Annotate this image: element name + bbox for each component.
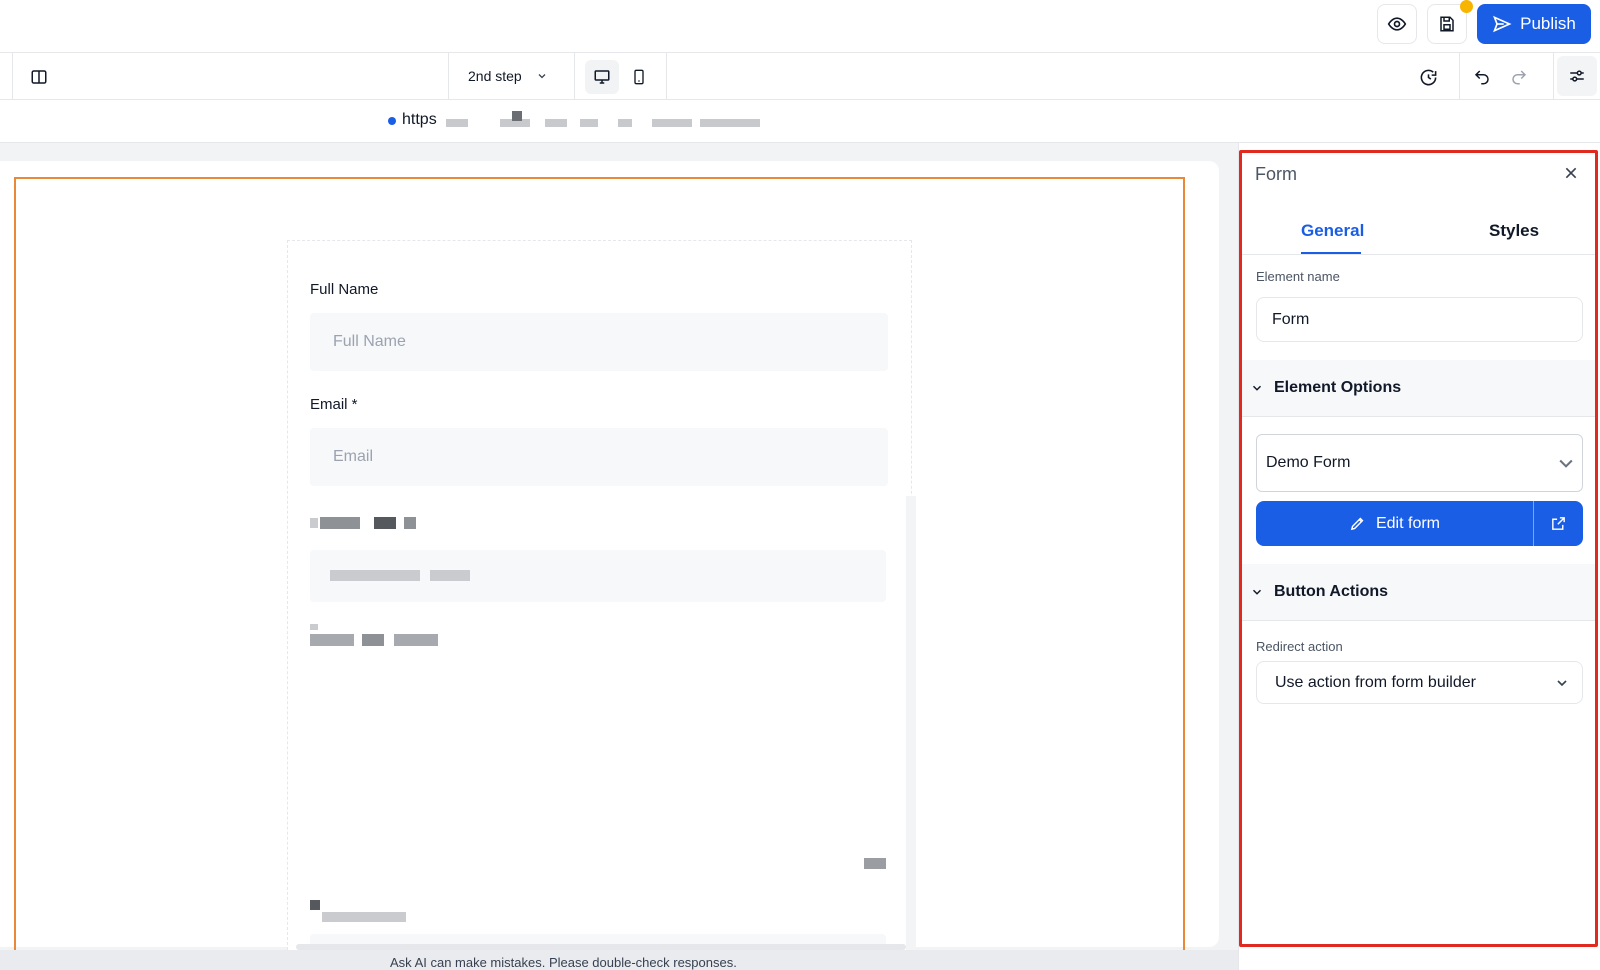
history-button[interactable] [1417,66,1439,88]
redacted-element [310,900,320,910]
redacted-label [310,624,318,630]
redacted-label [310,518,318,528]
publish-label: Publish [1520,14,1576,33]
chevron-down-icon [538,74,546,79]
mobile-view-button[interactable] [622,60,656,94]
url-redacted [700,119,760,127]
external-link-icon [1552,517,1565,530]
edit-form-label: Edit form [1375,514,1440,532]
redacted-label [374,517,396,529]
redirect-action-value: Use action from form builder [1275,673,1476,691]
desktop-icon [594,70,610,84]
url-redacted [512,111,522,121]
email-input[interactable]: Email [310,428,888,486]
tabs-divider [1242,254,1595,255]
form-scrollbar[interactable] [906,496,916,950]
redacted-label [362,634,384,646]
step-selector[interactable]: 2nd step [468,68,548,84]
url-redacted [580,119,598,127]
toolbar-divider [12,53,13,100]
full-name-input[interactable]: Full Name [310,313,888,371]
redacted-label [320,517,360,529]
tab-general[interactable]: General [1301,221,1364,241]
redacted-placeholder [330,570,420,581]
chevron-down-icon [1252,385,1262,391]
settings-button[interactable] [1557,56,1597,96]
sidebar-toggle-button[interactable] [28,66,50,88]
chevron-down-icon [1252,589,1262,595]
element-name-input[interactable]: Form [1256,297,1583,342]
redacted-element [864,858,886,869]
edit-form-button-group: Edit form [1256,501,1583,546]
toolbar-divider [666,53,667,100]
redirect-action-label: Redirect action [1256,639,1343,654]
panel-title: Form [1255,164,1297,184]
notification-dot [1460,0,1473,13]
url-redacted [545,119,567,127]
close-panel-button[interactable] [1561,163,1581,183]
open-form-external-button[interactable] [1534,501,1583,546]
url-redacted [652,119,692,127]
undo-icon [1474,70,1489,85]
field-label-email: Email * [310,396,358,413]
settings-sliders-icon [1570,70,1584,82]
field-label-full-name: Full Name [310,281,379,298]
section-divider [1242,416,1595,417]
chevron-down-icon [1557,680,1567,687]
form-select[interactable]: Demo Form [1256,434,1583,492]
redacted-placeholder [430,570,470,581]
toolbar-divider [574,53,575,100]
ai-disclaimer: Ask AI can make mistakes. Please double-… [390,955,737,970]
button-actions-header[interactable]: Button Actions [1242,564,1595,620]
redacted-label [310,634,354,646]
desktop-view-button[interactable] [585,60,619,94]
element-name-label: Element name [1256,269,1340,284]
toolbar-divider [448,53,449,100]
send-icon [1493,15,1512,33]
pencil-icon [1350,517,1364,531]
eye-icon [1387,17,1407,31]
sidebar-toggle-icon [31,70,47,84]
full-name-placeholder: Full Name [333,333,406,350]
preview-button[interactable] [1377,4,1417,44]
element-name-value: Form [1272,310,1310,328]
redacted-label [394,634,438,646]
redirect-action-select[interactable]: Use action from form builder [1256,661,1583,704]
save-icon [1440,16,1454,32]
step-label: 2nd step [468,68,522,84]
email-placeholder: Email [333,448,374,465]
close-icon [1565,167,1577,179]
mobile-icon [634,69,644,85]
toolbar-divider [1553,53,1554,100]
element-options-title: Element Options [1274,379,1402,396]
redo-icon [1512,70,1527,85]
redacted-label [404,517,416,529]
url-redacted [446,119,468,127]
edit-form-button[interactable]: Edit form [1256,501,1533,546]
redo-button[interactable] [1508,66,1530,88]
editor-toolbar [0,53,1600,100]
publish-button[interactable]: Publish [1477,4,1591,44]
redacted-element [322,912,406,922]
url-prefix: https [402,111,437,128]
form-select-value: Demo Form [1266,454,1351,471]
url-bar [0,100,1600,143]
url-redacted [618,119,632,127]
url-status-dot [388,117,396,125]
top-bar [0,0,1600,53]
toolbar-divider [1459,53,1460,100]
button-actions-title: Button Actions [1274,583,1389,600]
page-url[interactable]: https [402,111,437,129]
chevron-down-icon [1559,459,1573,468]
section-divider [1242,620,1595,621]
tab-styles[interactable]: Styles [1489,221,1539,241]
element-options-header[interactable]: Element Options [1242,360,1595,416]
undo-button[interactable] [1471,66,1493,88]
history-icon [1420,69,1436,85]
